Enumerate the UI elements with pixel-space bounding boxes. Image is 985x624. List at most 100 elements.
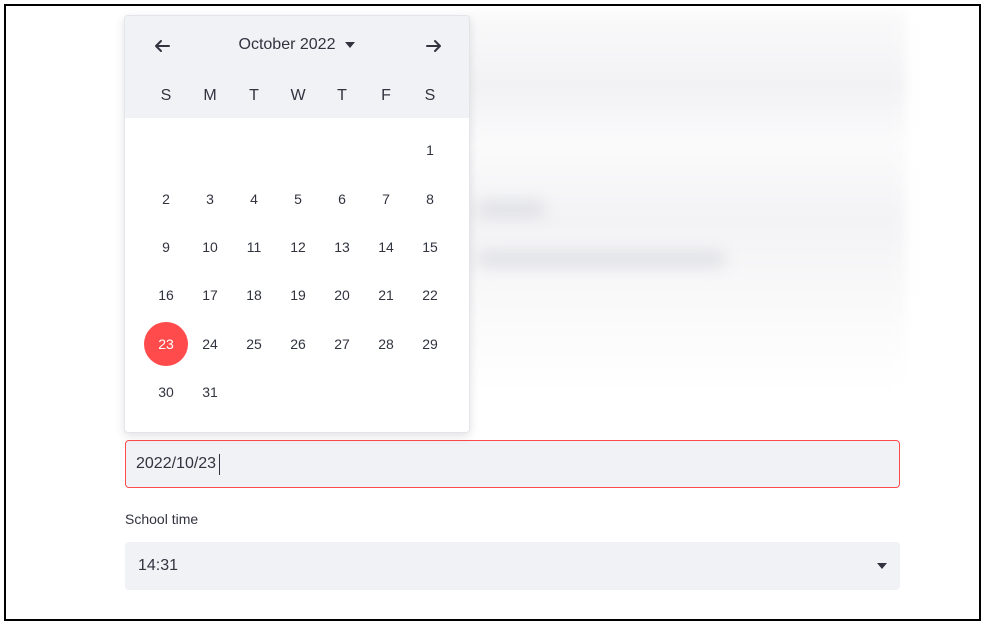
blurred-panel [466, 11, 906, 391]
calendar-day-number: 30 [158, 384, 174, 401]
calendar-day[interactable]: 12 [276, 223, 320, 271]
calendar-day[interactable]: 16 [144, 271, 188, 319]
calendar-empty-cell [408, 368, 452, 416]
weekday-label: S [160, 87, 172, 104]
calendar-day-grid: 1 2 3 4 5 6 7 8 9 10 11 12 13 14 15 16 17 18 19 20 21 22 23 24 2… [125, 118, 469, 416]
blurred-text-line [476, 201, 546, 217]
school-time-select[interactable]: 14:31 [125, 542, 900, 590]
calendar-day-number: 28 [378, 335, 394, 352]
calendar-day-number: 14 [378, 238, 394, 255]
next-month-button[interactable] [421, 33, 447, 59]
calendar-day-number: 26 [290, 335, 306, 352]
calendar-day-number: 4 [250, 190, 258, 207]
calendar-day-number: 23 [144, 321, 188, 366]
calendar-day[interactable]: 28 [364, 320, 408, 368]
arrow-right-icon [426, 40, 441, 52]
calendar-day-number: 25 [246, 335, 262, 352]
calendar-day[interactable]: 13 [320, 223, 364, 271]
calendar-day-selected[interactable]: 23 [144, 320, 188, 368]
weekday-header-row: SMTWTFS [125, 74, 469, 118]
calendar-day-number: 21 [378, 287, 394, 304]
calendar-day[interactable]: 24 [188, 320, 232, 368]
calendar-day[interactable]: 6 [320, 174, 364, 222]
school-time-label: School time [125, 511, 199, 527]
calendar-day[interactable]: 22 [408, 271, 452, 319]
calendar-day[interactable]: 21 [364, 271, 408, 319]
calendar-empty-cell [232, 368, 276, 416]
calendar-day-number: 31 [202, 384, 218, 401]
calendar-day[interactable]: 1 [408, 126, 452, 174]
date-input-field[interactable] [125, 440, 900, 488]
date-input[interactable] [136, 455, 899, 473]
calendar-day-number: 9 [162, 238, 170, 255]
calendar-day-number: 16 [158, 287, 174, 304]
calendar-day[interactable]: 8 [408, 174, 452, 222]
calendar-day[interactable]: 25 [232, 320, 276, 368]
date-picker-popup: October 2022 SMTWTFS 1 2 3 4 5 6 7 8 9 10 11 12 13 14… [124, 15, 470, 433]
weekday-label: S [424, 87, 436, 104]
month-year-dropdown[interactable]: October 2022 [239, 36, 356, 54]
calendar-day-number: 18 [246, 287, 262, 304]
calendar-day[interactable]: 18 [232, 271, 276, 319]
calendar-empty-cell [276, 126, 320, 174]
arrow-left-icon [155, 40, 170, 52]
calendar-day-number: 11 [246, 238, 262, 255]
calendar-empty-cell [364, 368, 408, 416]
weekday-label: W [290, 87, 306, 104]
calendar-day-number: 6 [338, 190, 346, 207]
calendar-empty-cell [364, 126, 408, 174]
calendar-empty-cell [188, 126, 232, 174]
calendar-day[interactable]: 31 [188, 368, 232, 416]
calendar-empty-cell [232, 126, 276, 174]
calendar-day[interactable]: 5 [276, 174, 320, 222]
calendar-day-number: 24 [202, 335, 218, 352]
weekday-label: T [337, 87, 347, 104]
calendar-day[interactable]: 2 [144, 174, 188, 222]
calendar-day[interactable]: 11 [232, 223, 276, 271]
calendar-day[interactable]: 3 [188, 174, 232, 222]
calendar-day-number: 2 [162, 190, 170, 207]
calendar-day[interactable]: 9 [144, 223, 188, 271]
caret-down-icon [345, 42, 356, 48]
calendar-day-number: 29 [422, 335, 438, 352]
weekday-label: T [249, 87, 259, 104]
previous-month-button[interactable] [149, 33, 175, 59]
calendar-empty-cell [320, 126, 364, 174]
calendar-day-number: 8 [426, 190, 434, 207]
calendar-day[interactable]: 29 [408, 320, 452, 368]
calendar-empty-cell [320, 368, 364, 416]
caret-down-icon [877, 563, 887, 569]
calendar-day[interactable]: 10 [188, 223, 232, 271]
app-frame: October 2022 SMTWTFS 1 2 3 4 5 6 7 8 9 10 11 12 13 14… [4, 4, 981, 621]
text-cursor [219, 454, 220, 475]
calendar-day[interactable]: 4 [232, 174, 276, 222]
calendar-day-number: 17 [202, 287, 218, 304]
calendar-day[interactable]: 26 [276, 320, 320, 368]
calendar-day[interactable]: 15 [408, 223, 452, 271]
school-time-value: 14:31 [138, 557, 179, 574]
calendar-day-number: 22 [422, 287, 438, 304]
calendar-day-number: 1 [426, 142, 434, 159]
calendar-day-number: 15 [422, 238, 438, 255]
calendar-day[interactable]: 7 [364, 174, 408, 222]
calendar-day-number: 12 [290, 238, 306, 255]
weekday-label: F [381, 87, 391, 104]
calendar-empty-cell [144, 126, 188, 174]
calendar-day[interactable]: 20 [320, 271, 364, 319]
calendar-day[interactable]: 14 [364, 223, 408, 271]
blurred-text-line [476, 251, 726, 267]
calendar-day-number: 19 [290, 287, 306, 304]
calendar-day-number: 3 [206, 190, 214, 207]
weekday-label: M [203, 87, 217, 104]
calendar-day[interactable]: 17 [188, 271, 232, 319]
calendar-day-number: 5 [294, 190, 302, 207]
calendar-day[interactable]: 30 [144, 368, 188, 416]
calendar-day-number: 7 [382, 190, 390, 207]
calendar-day-number: 20 [334, 287, 350, 304]
calendar-empty-cell [276, 368, 320, 416]
calendar-day[interactable]: 19 [276, 271, 320, 319]
calendar-header: October 2022 [125, 16, 469, 74]
calendar-day[interactable]: 27 [320, 320, 364, 368]
calendar-day-number: 27 [334, 335, 350, 352]
month-year-label: October 2022 [238, 36, 336, 53]
